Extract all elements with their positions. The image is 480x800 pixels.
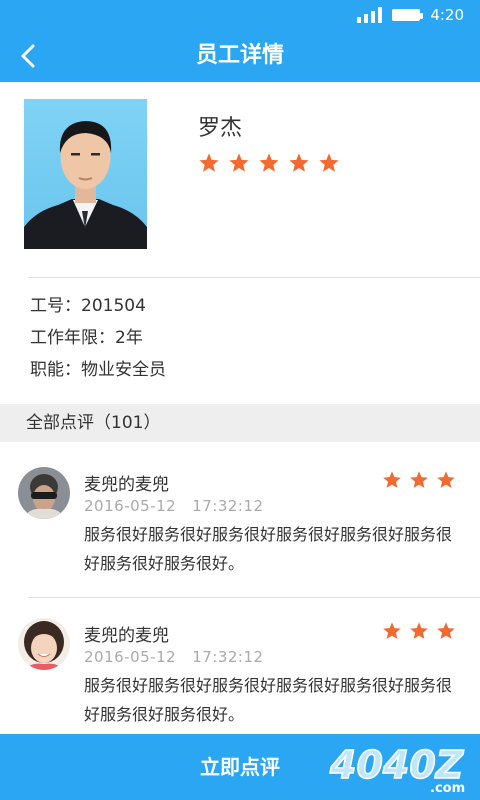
employee-info: 工号：201504 工作年限：2年 职能：物业安全员: [30, 290, 166, 386]
employee-rating-stars: [198, 152, 340, 174]
reviews-section-header: 全部点评（101）: [0, 404, 480, 442]
review-time: 17:32:12: [192, 648, 264, 666]
review-timestamp: 2016-05-12 17:32:12: [84, 648, 264, 666]
back-button[interactable]: [8, 36, 48, 76]
reviews-section-title: 全部点评（101）: [26, 413, 161, 433]
employee-years: 工作年限：2年: [30, 328, 143, 348]
profile-divider: [28, 277, 480, 278]
star-icon: [410, 622, 428, 639]
review-date: 2016-05-12: [84, 648, 177, 666]
star-icon: [410, 471, 428, 488]
employee-name: 罗杰: [198, 116, 243, 141]
status-indicators: 4:20: [357, 6, 464, 24]
status-time: 4:20: [430, 6, 464, 24]
reviewer-avatar: [18, 618, 70, 670]
signal-icon: [357, 7, 383, 23]
star-icon: [383, 622, 401, 639]
write-review-button[interactable]: 立即点评 4040Z .com: [0, 734, 480, 800]
review-item: 麦兜的麦兜 2016-05-12 17:32:12 服务很好服务很好服务很好服务很…: [0, 452, 480, 597]
star-icon: [437, 471, 455, 488]
star-icon: [259, 153, 279, 172]
review-date: 2016-05-12: [84, 497, 177, 515]
review-text: 服务很好服务很好服务很好服务很好服务很好服务很好服务很好服务很好。: [84, 676, 453, 724]
employee-role: 职能：物业安全员: [30, 360, 166, 380]
employee-photo: [24, 99, 147, 249]
reviewer-name: 麦兜的麦兜: [84, 626, 169, 646]
employee-id: 工号：201504: [30, 296, 146, 316]
employee-profile: 罗杰: [0, 82, 480, 278]
star-icon: [437, 622, 455, 639]
page-title: 员工详情: [195, 43, 284, 68]
chevron-left-icon: [21, 44, 35, 68]
review-timestamp: 2016-05-12 17:32:12: [84, 497, 264, 515]
review-rating-stars: [382, 621, 456, 641]
star-icon: [199, 153, 219, 172]
star-icon: [319, 153, 339, 172]
battery-fill: [394, 11, 419, 19]
star-icon: [289, 153, 309, 172]
reviewer-avatar: [18, 467, 70, 519]
star-icon: [229, 153, 249, 172]
status-bar: 4:20: [0, 0, 480, 30]
battery-icon: [392, 9, 424, 21]
reviewer-name: 麦兜的麦兜: [84, 475, 169, 495]
review-time: 17:32:12: [192, 497, 264, 515]
app-bar: 员工详情: [0, 30, 480, 82]
review-text: 服务很好服务很好服务很好服务很好服务很好服务很好服务很好服务很好。: [84, 525, 453, 573]
watermark-logo: 4040Z .com: [328, 742, 465, 796]
review-rating-stars: [382, 470, 456, 490]
svg-text:.com: .com: [430, 781, 465, 796]
review-divider: [28, 597, 480, 598]
star-icon: [383, 471, 401, 488]
review-item: 麦兜的麦兜 2016-05-12 17:32:12 服务很好服务很好服务很好服务很…: [0, 603, 480, 748]
